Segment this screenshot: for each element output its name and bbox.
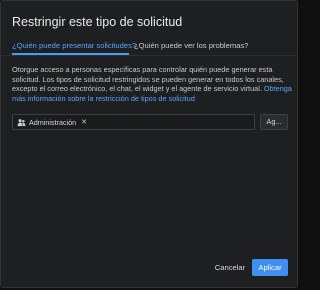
description-text: Otorgue acceso a personas específicas pa… (12, 65, 284, 94)
apply-button[interactable]: Aplicar (252, 259, 288, 276)
close-icon[interactable]: ✕ (81, 118, 87, 126)
cancel-button[interactable]: Cancelar (213, 260, 247, 276)
tab-who-can-submit[interactable]: ¿Quién puede presentar solicitudes? (12, 41, 136, 50)
tabs-divider (1, 55, 297, 56)
restrict-request-type-dialog: Restringir este tipo de solicitud ¿Quién… (0, 0, 298, 288)
chip-label: Administración (29, 117, 77, 127)
add-button[interactable]: Ag... (260, 114, 288, 130)
dialog-title: Restringir este tipo de solicitud (12, 15, 183, 29)
tab-who-can-view[interactable]: ¿Quién puede ver los problemas? (134, 41, 248, 50)
access-picker-field[interactable]: Administración ✕ (12, 114, 255, 130)
people-icon (17, 118, 26, 127)
description: Otorgue acceso a personas específicas pa… (12, 65, 292, 103)
selected-group-chip: Administración ✕ (17, 117, 87, 127)
